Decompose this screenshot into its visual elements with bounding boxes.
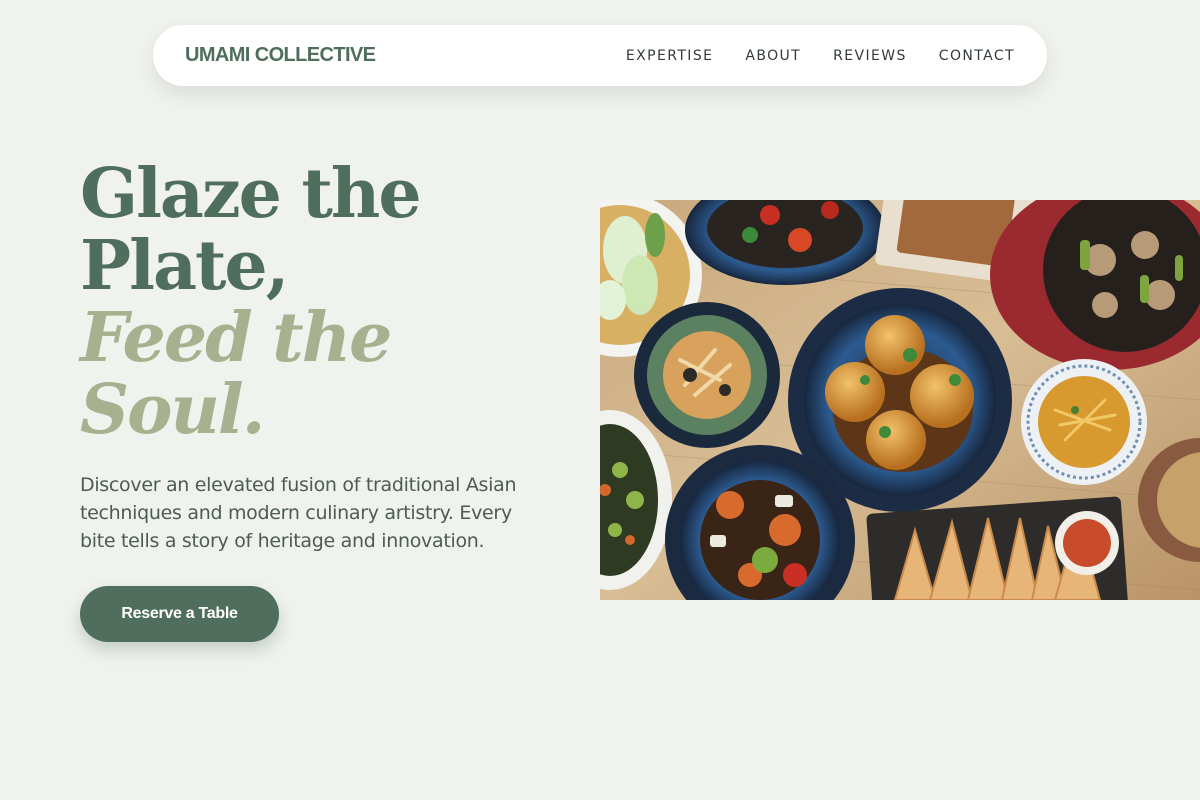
nav-link-contact[interactable]: CONTACT [939, 48, 1015, 64]
hero-title-line-3: Feed the [80, 298, 392, 378]
hero-description: Discover an elevated fusion of tradition… [80, 474, 517, 552]
reserve-table-button[interactable]: Reserve a Table [80, 586, 279, 642]
nav-link-about[interactable]: ABOUT [745, 48, 801, 64]
nav-link-expertise[interactable]: EXPERTISE [626, 48, 713, 64]
nav-link-reviews[interactable]: REVIEWS [833, 48, 907, 64]
hero-title: Glaze the Plate, Feed the Soul. [80, 158, 540, 446]
brand-logo[interactable]: UMAMI COLLECTIVE [185, 44, 376, 67]
hero-title-line-1: Glaze the [80, 154, 422, 234]
hero-title-line-4: Soul. [80, 370, 265, 450]
top-navbar: UMAMI COLLECTIVE EXPERTISE ABOUT REVIEWS… [153, 25, 1047, 86]
hero-title-line-2: Plate, [80, 226, 289, 306]
food-spread-image [600, 200, 1200, 600]
nav-links: EXPERTISE ABOUT REVIEWS CONTACT [594, 48, 1015, 64]
